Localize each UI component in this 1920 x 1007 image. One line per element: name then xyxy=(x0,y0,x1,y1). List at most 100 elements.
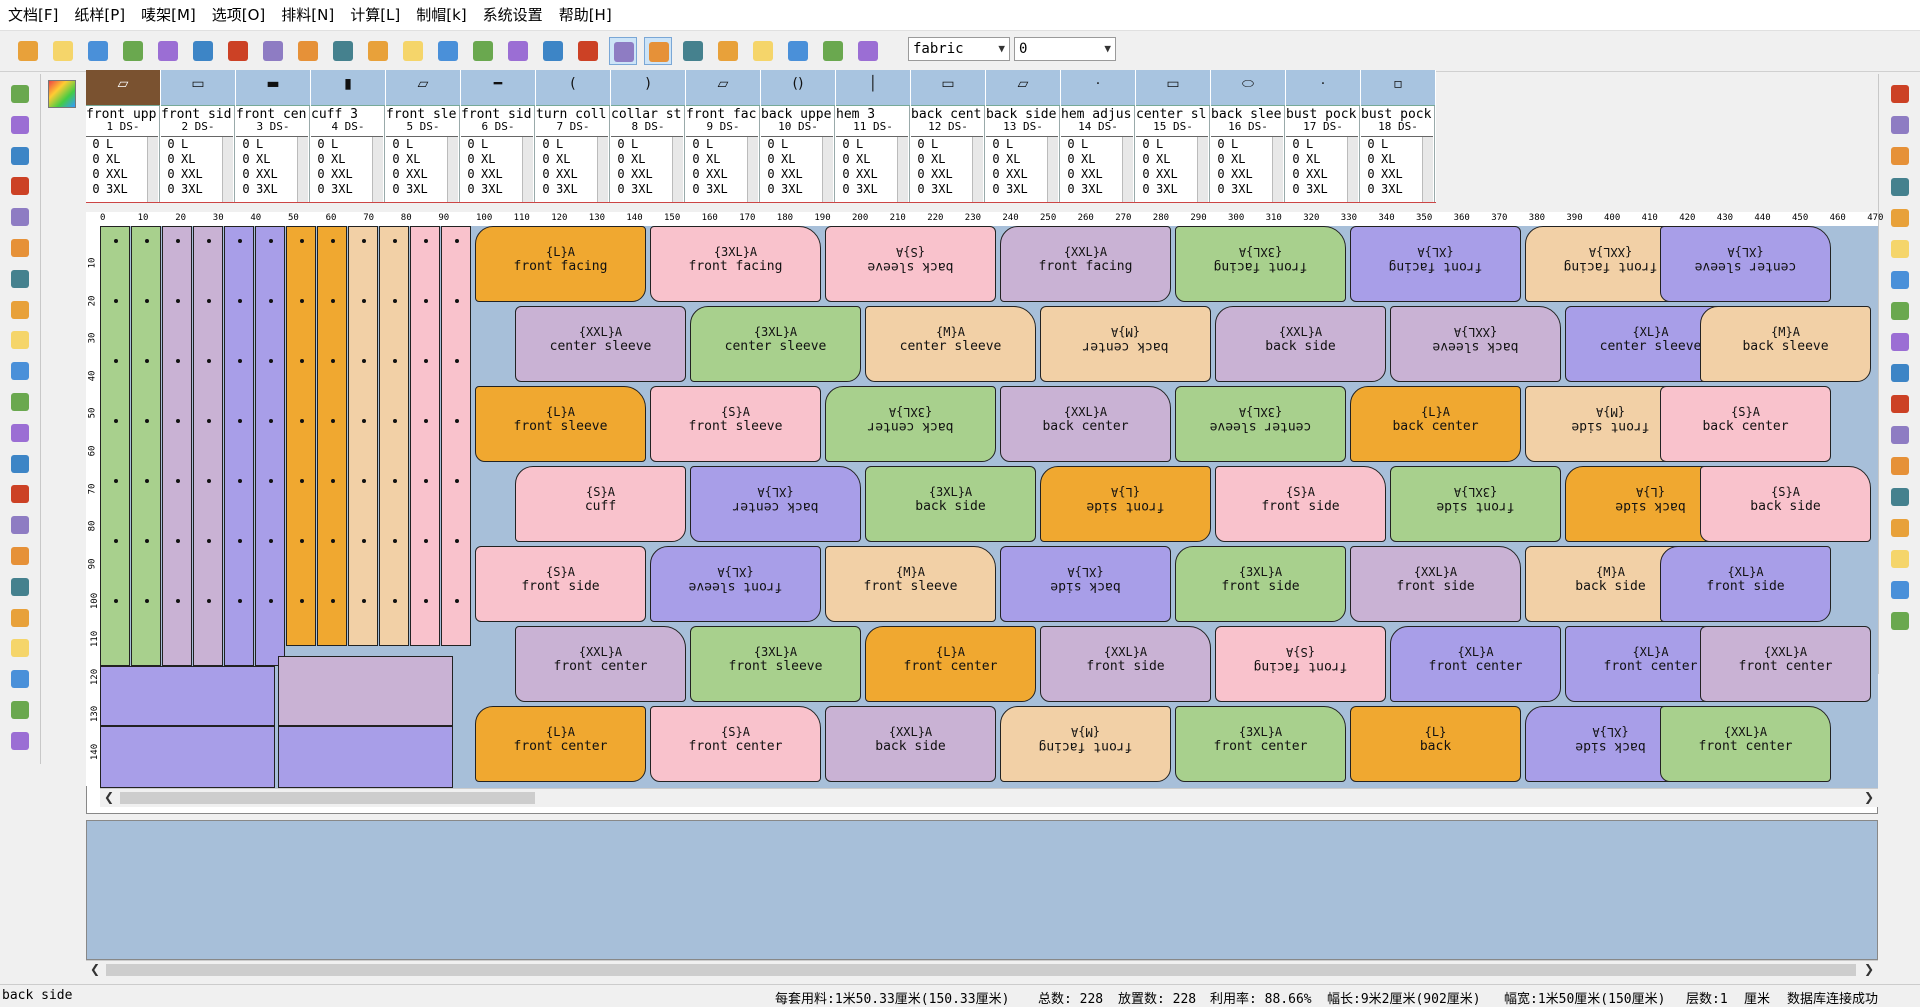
marker-piece[interactable]: {L}A front center xyxy=(475,706,646,782)
print-button[interactable] xyxy=(189,37,217,65)
flip-tool[interactable] xyxy=(5,573,35,601)
size-list-scrollbar[interactable] xyxy=(372,137,383,203)
menu-item-2[interactable]: 唛架[M] xyxy=(133,0,204,30)
marker-piece[interactable]: {3XL}A front side xyxy=(1175,546,1346,622)
size-list-scrollbar[interactable] xyxy=(597,137,608,203)
marker-piece[interactable]: {M}A back center xyxy=(1040,306,1211,382)
marker-piece[interactable]: {S}A front center xyxy=(650,706,821,782)
size-list-scrollbar[interactable] xyxy=(1047,137,1058,203)
size-list-scrollbar[interactable] xyxy=(222,137,233,203)
marker-piece[interactable]: {XL}A back side xyxy=(1000,546,1171,622)
size-quantity-list[interactable]: 0 L 0 XL 0 XXL 0 3XL xyxy=(911,136,983,203)
size-quantity-list[interactable]: 0 L 0 XL 0 XXL 0 3XL xyxy=(986,136,1058,203)
piece-column[interactable]: ▱ front sle 5 DS- 0 L 0 XL 0 XXL 0 3XL xyxy=(386,70,460,203)
marker-piece[interactable]: {XXL}A back sleeve xyxy=(1390,306,1561,382)
flip-2-tool[interactable] xyxy=(5,604,35,632)
zoom-button[interactable] xyxy=(259,37,287,65)
marker-piece[interactable]: {L}A front facing xyxy=(475,226,646,302)
marker-strip-piece[interactable] xyxy=(100,226,130,666)
size-quantity-list[interactable]: 0 L 0 XL 0 XXL 0 3XL xyxy=(86,136,158,203)
cloud-side-button[interactable] xyxy=(1885,173,1915,201)
marker-piece[interactable]: {L}A front side xyxy=(1040,466,1211,542)
move-pieces-tool[interactable] xyxy=(5,234,35,262)
marker-piece[interactable]: {XXL}A front side xyxy=(1350,546,1521,622)
size-quantity-list[interactable]: 0 L 0 XL 0 XXL 0 3XL xyxy=(536,136,608,203)
piece-column[interactable]: ▭ back cent 12 DS- 0 L 0 XL 0 XXL 0 3XL xyxy=(911,70,985,203)
zoom-out-tool[interactable] xyxy=(5,172,35,200)
view-mode-1-button[interactable] xyxy=(609,37,637,65)
piece-thumbnail[interactable]: () xyxy=(761,70,835,106)
piece-thumbnail[interactable]: ▮ xyxy=(311,70,385,106)
size-list-scrollbar[interactable] xyxy=(897,137,908,203)
layers-side-button[interactable] xyxy=(1885,545,1915,573)
size-quantity-list[interactable]: 0 L 0 XL 0 XXL 0 3XL xyxy=(1286,136,1358,203)
marker-piece[interactable]: {XXL}A center sleeve xyxy=(515,306,686,382)
piece-column[interactable]: ━ front sid 6 DS- 0 L 0 XL 0 XXL 0 3XL xyxy=(461,70,535,203)
square-side-button[interactable] xyxy=(1885,328,1915,356)
zoom-side-button[interactable] xyxy=(1885,80,1915,108)
piece-column[interactable]: ▭ front sid 2 DS- 0 L 0 XL 0 XXL 0 3XL xyxy=(161,70,235,203)
open-pattern-button[interactable] xyxy=(364,37,392,65)
size-list-scrollbar[interactable] xyxy=(1272,137,1283,203)
database-side-button[interactable] xyxy=(1885,204,1915,232)
piece-thumbnail[interactable]: · xyxy=(1286,70,1360,106)
zoom-rect-tool[interactable] xyxy=(5,111,35,139)
size-quantity-list[interactable]: 0 L 0 XL 0 XXL 0 3XL xyxy=(161,136,233,203)
view-mode-2-button[interactable] xyxy=(644,37,672,65)
size-list-scrollbar[interactable] xyxy=(972,137,983,203)
marker-piece[interactable]: {S}A back side xyxy=(1700,466,1871,542)
cross-tool-tool[interactable] xyxy=(5,296,35,324)
piece-column[interactable]: ) collar st 8 DS- 0 L 0 XL 0 XXL 0 3XL xyxy=(611,70,685,203)
marker-piece[interactable]: {L}A front sleeve xyxy=(475,386,646,462)
open-folder-button[interactable] xyxy=(14,37,42,65)
overview-horizontal-scrollbar[interactable]: ❮ ❯ xyxy=(86,960,1878,979)
pan-tool[interactable] xyxy=(5,203,35,231)
size-quantity-list[interactable]: 0 L 0 XL 0 XXL 0 3XL xyxy=(386,136,458,203)
export-side-button[interactable] xyxy=(1885,607,1915,635)
zoom-out-side-button[interactable] xyxy=(1885,142,1915,170)
menu-item-6[interactable]: 制帽[k] xyxy=(408,0,474,30)
piece-thumbnail[interactable]: ▭ xyxy=(911,70,985,106)
grid-side-button[interactable] xyxy=(1885,576,1915,604)
piece-thumbnail[interactable]: │ xyxy=(836,70,910,106)
size-quantity-list[interactable]: 0 L 0 XL 0 XXL 0 3XL xyxy=(236,136,308,203)
marker-piece[interactable]: {XL}A center sleeve xyxy=(1660,226,1831,302)
marker-piece[interactable]: {3XL}A back center xyxy=(825,386,996,462)
menu-item-4[interactable]: 排料[N] xyxy=(273,0,342,30)
settings-button[interactable] xyxy=(434,37,462,65)
refresh-tool[interactable] xyxy=(5,542,35,570)
marker-piece[interactable]: {XL}A front sleeve xyxy=(650,546,821,622)
piece-thumbnail[interactable]: ▬ xyxy=(236,70,310,106)
arrange-side-button[interactable] xyxy=(1885,421,1915,449)
marker-m-tool[interactable] xyxy=(5,511,35,539)
settings-2-tool[interactable] xyxy=(5,727,35,755)
undo-button[interactable] xyxy=(294,37,322,65)
scroll-right-icon[interactable]: ❯ xyxy=(1864,962,1874,976)
color-wheel-button[interactable] xyxy=(469,37,497,65)
size-quantity-list[interactable]: 0 L 0 XL 0 XXL 0 3XL xyxy=(761,136,833,203)
piece-column[interactable]: · bust pock 17 DS- 0 L 0 XL 0 XXL 0 3XL xyxy=(1286,70,1360,203)
number-select[interactable]: 0 ▼ xyxy=(1014,37,1116,61)
menu-item-1[interactable]: 纸样[P] xyxy=(66,0,133,30)
marker-piece[interactable]: {3XL}A front side xyxy=(1390,466,1561,542)
marker-piece[interactable]: {L} back xyxy=(1350,706,1521,782)
save-as-button[interactable] xyxy=(154,37,182,65)
marker-piece[interactable]: {L}A front center xyxy=(865,626,1036,702)
piece-thumbnail[interactable]: · xyxy=(1061,70,1135,106)
size-quantity-list[interactable]: 0 L 0 XL 0 XXL 0 3XL xyxy=(836,136,908,203)
piece-thumbnail[interactable]: ▫ xyxy=(1361,70,1435,106)
size-quantity-list[interactable]: 0 L 0 XL 0 XXL 0 3XL xyxy=(611,136,683,203)
marker-strip-piece[interactable] xyxy=(193,226,223,666)
marker-piece[interactable]: {L}A back center xyxy=(1350,386,1521,462)
marker-piece[interactable]: {XL}A front side xyxy=(1660,546,1831,622)
size-list-scrollbar[interactable] xyxy=(147,137,158,203)
piece-thumbnail[interactable]: ) xyxy=(611,70,685,106)
size-list-scrollbar[interactable] xyxy=(672,137,683,203)
zoom-in-side-button[interactable] xyxy=(1885,111,1915,139)
marker-strip-piece[interactable] xyxy=(286,226,316,646)
marker-strip-piece[interactable] xyxy=(410,226,440,646)
marker-piece[interactable]: {S}A back sleeve xyxy=(825,226,996,302)
download-side-button[interactable] xyxy=(1885,266,1915,294)
size-quantity-list[interactable]: 0 L 0 XL 0 XXL 0 3XL xyxy=(686,136,758,203)
split-tool[interactable] xyxy=(5,450,35,478)
